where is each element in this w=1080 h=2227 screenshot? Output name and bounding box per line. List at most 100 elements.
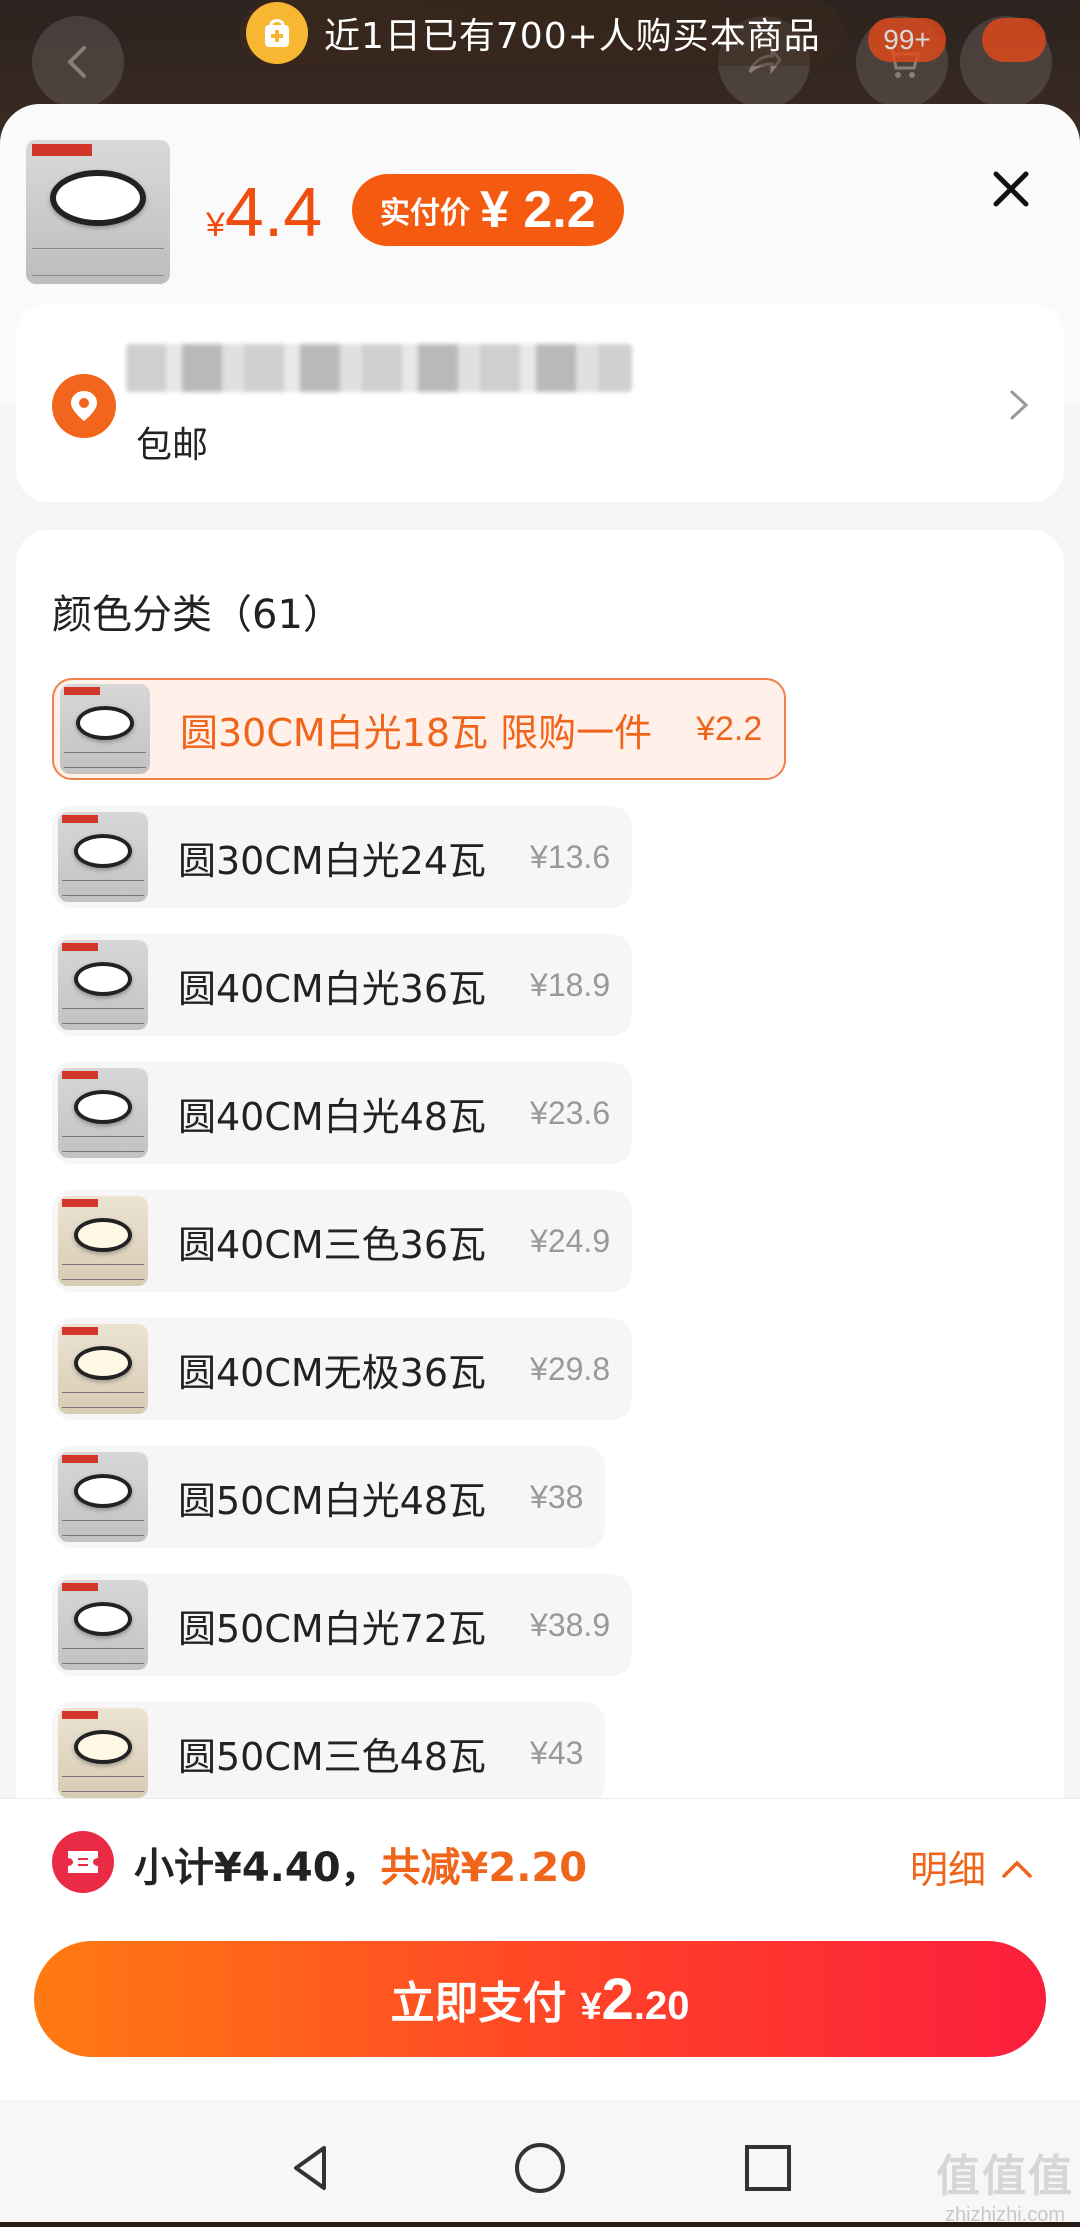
- shipping-label: 包邮: [136, 425, 209, 466]
- sku-name: 圆40CM白光48瓦: [178, 1094, 487, 1139]
- back-button[interactable]: [32, 16, 124, 108]
- sku-price: ¥29.8: [530, 1350, 611, 1387]
- sku-name: 圆30CM白光18瓦 限购一件: [180, 710, 653, 755]
- real-price-currency: ¥: [480, 181, 509, 239]
- sku-option[interactable]: 圆40CM白光48瓦 ¥23.6: [52, 1062, 633, 1164]
- lamp-image: [74, 1730, 132, 1764]
- sku-thumbnail: [58, 940, 148, 1030]
- sku-option[interactable]: 圆50CM白光72瓦 ¥38.9: [52, 1574, 633, 1676]
- sku-option[interactable]: 圆30CM白光18瓦 限购一件 ¥2.2: [52, 678, 787, 780]
- watermark-url: zhizhizhi.com: [944, 2204, 1066, 2226]
- lamp-image: [74, 1218, 132, 1252]
- thumbnail-tag: [64, 687, 100, 695]
- sku-name: 圆40CM白光36瓦: [178, 966, 487, 1011]
- sku-price: ¥18.9: [530, 966, 611, 1003]
- sku-thumbnail: [60, 684, 150, 774]
- pay-label: 立即支付: [390, 1978, 567, 2029]
- sku-option[interactable]: 圆30CM白光24瓦 ¥13.6: [52, 806, 633, 908]
- thumbnail-tag: [62, 1711, 98, 1719]
- real-price-value: ¥ 2.2: [480, 180, 596, 240]
- real-price-pill: 实付价 ¥ 2.2: [352, 174, 624, 246]
- thumbnail-spec-table: [62, 1648, 144, 1664]
- sku-price: ¥13.6: [530, 838, 611, 875]
- sku-thumbnail: [58, 1196, 148, 1286]
- pay-amount-int: 2: [601, 1966, 634, 2032]
- circle-home-icon: [510, 2143, 570, 2202]
- thumbnail-spec-table: [62, 1392, 144, 1408]
- nav-recent-button[interactable]: [738, 2138, 798, 2198]
- chevron-right-icon: [1006, 388, 1032, 426]
- sku-option[interactable]: 圆50CM白光48瓦 ¥38: [52, 1446, 606, 1548]
- pay-amount-dec: .20: [633, 1983, 690, 2028]
- thumbnail-tag: [62, 1327, 98, 1335]
- banner-text: 近1日已有700+人购买本商品: [324, 16, 821, 57]
- sku-price: ¥23.6: [530, 1094, 611, 1131]
- thumbnail-spec-table: [64, 752, 146, 768]
- sku-name: 圆40CM无极36瓦: [178, 1350, 487, 1395]
- pay-currency: ¥: [580, 1985, 602, 2028]
- detail-toggle[interactable]: 明细: [910, 1839, 1034, 1894]
- nav-back-button[interactable]: [280, 2138, 340, 2198]
- sku-option[interactable]: 圆40CM无极36瓦 ¥29.8: [52, 1318, 633, 1420]
- lamp-image: [74, 834, 132, 868]
- lamp-image: [50, 170, 146, 226]
- spec-title: 颜色分类（61）: [52, 592, 343, 638]
- more-icon: [982, 18, 1046, 62]
- watermark-logo: 值值值: [936, 2152, 1074, 2201]
- pay-now-button[interactable]: 立即支付 ¥2.20: [34, 1941, 1046, 2057]
- detail-label: 明细: [910, 1848, 987, 1892]
- address-redacted: [126, 344, 632, 392]
- close-button[interactable]: [982, 160, 1040, 218]
- pay-amount: ¥2.20: [580, 1966, 689, 2033]
- square-recent-icon: [738, 2145, 798, 2202]
- location-pin-icon: [52, 374, 116, 438]
- sku-thumbnail: [58, 1708, 148, 1798]
- sku-price: ¥38: [530, 1478, 584, 1515]
- cart-count-badge: 99+: [868, 18, 946, 62]
- lamp-image: [74, 1474, 132, 1508]
- chevron-up-icon: [1000, 1845, 1034, 1889]
- thumbnail-spec-table: [62, 880, 144, 896]
- sku-name: 圆50CM白光72瓦: [178, 1606, 487, 1651]
- sku-thumbnail: [58, 1452, 148, 1542]
- thumbnail-spec-table: [62, 1520, 144, 1536]
- shipping-address-card[interactable]: 包邮: [16, 304, 1064, 502]
- close-icon: [982, 171, 1040, 222]
- nav-home-button[interactable]: [510, 2138, 570, 2198]
- thumbnail-spec-table: [62, 1264, 144, 1280]
- sku-thumbnail: [58, 1580, 148, 1670]
- thumbnail-spec-table: [62, 1008, 144, 1024]
- sku-name: 圆40CM三色36瓦: [178, 1222, 487, 1267]
- product-price: ¥4.4: [206, 172, 322, 252]
- sku-price: ¥24.9: [530, 1222, 611, 1259]
- lamp-image: [74, 1602, 132, 1636]
- sku-option[interactable]: 圆50CM三色48瓦 ¥43: [52, 1702, 606, 1804]
- price-summary: 小计¥4.40，共减¥2.20: [134, 1835, 587, 1893]
- thumbnail-tag: [62, 943, 98, 951]
- sku-thumbnail: [58, 1324, 148, 1414]
- real-price-number: 2.2: [523, 181, 596, 239]
- sku-price: ¥2.2: [696, 709, 763, 748]
- sku-option[interactable]: 圆40CM白光36瓦 ¥18.9: [52, 934, 633, 1036]
- thumbnail-tag: [32, 144, 92, 156]
- sku-name: 圆30CM白光24瓦: [178, 838, 487, 883]
- lamp-image: [74, 962, 132, 996]
- sku-price: ¥43: [530, 1734, 584, 1771]
- subtotal-text: 小计¥4.40，: [134, 1845, 381, 1891]
- thumbnail-tag: [62, 1583, 98, 1591]
- spec-card: 颜色分类（61） 圆30CM白光18瓦 限购一件 ¥2.2 圆30CM白光24瓦 ¥1…: [16, 530, 1064, 1930]
- lamp-image: [76, 706, 134, 740]
- product-thumbnail[interactable]: [26, 140, 170, 284]
- sku-thumbnail: [58, 812, 148, 902]
- sku-name: 圆50CM三色48瓦: [178, 1734, 487, 1779]
- sku-option[interactable]: 圆40CM三色36瓦 ¥24.9: [52, 1190, 633, 1292]
- purchase-banner: 近1日已有700+人购买本商品: [240, 0, 845, 66]
- real-price-label: 实付价: [380, 196, 470, 231]
- thumbnail-tag: [62, 1071, 98, 1079]
- thumbnail-tag: [62, 815, 98, 823]
- price-currency: ¥: [206, 206, 225, 244]
- thumbnail-spec-table: [32, 248, 164, 276]
- sku-price: ¥38.9: [530, 1606, 611, 1643]
- discount-text: 共减¥2.20: [380, 1845, 588, 1891]
- bag-plus-icon: [246, 2, 308, 64]
